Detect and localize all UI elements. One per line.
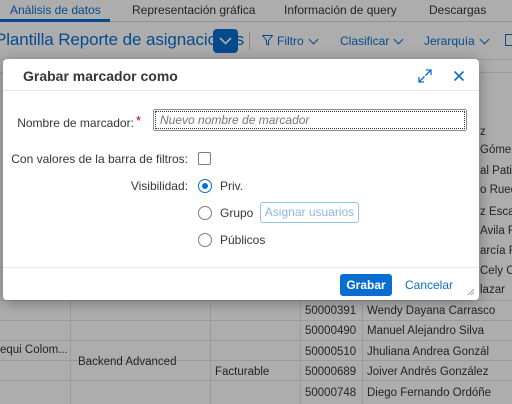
required-indicator: * [135, 113, 141, 128]
radio-label: Públicos [220, 233, 266, 247]
radio-label: Priv. [220, 179, 244, 193]
radio-button-selected[interactable] [198, 179, 212, 193]
bookmark-name-label: Nombre de marcador: * [17, 113, 141, 130]
filter-values-checkbox[interactable] [198, 152, 211, 165]
expand-dialog-button[interactable] [414, 65, 436, 87]
bookmark-name-input[interactable] [160, 112, 460, 128]
expand-icon [418, 69, 432, 83]
dialog-header: Grabar marcador como [3, 59, 479, 91]
visibility-label: Visibilidad: [130, 179, 188, 193]
filter-values-label: Con valores de la barra de filtros: [11, 152, 188, 166]
cancel-button[interactable]: Cancelar [401, 274, 457, 296]
close-dialog-button[interactable] [448, 65, 470, 87]
save-button[interactable]: Grabar [340, 274, 392, 296]
assign-users-button[interactable]: Asignar usuarios [260, 202, 359, 223]
bookmark-name-field[interactable] [153, 109, 467, 131]
dialog-footer: Grabar Cancelar [3, 267, 479, 300]
radio-button[interactable] [198, 206, 212, 220]
save-bookmark-dialog: Grabar marcador como Nombre de marcador:… [3, 59, 479, 300]
dialog-title: Grabar marcador como [23, 68, 178, 84]
resize-handle-icon[interactable] [467, 288, 475, 296]
radio-button[interactable] [198, 233, 212, 247]
close-icon [453, 70, 465, 82]
radio-label: Grupo [220, 206, 254, 220]
